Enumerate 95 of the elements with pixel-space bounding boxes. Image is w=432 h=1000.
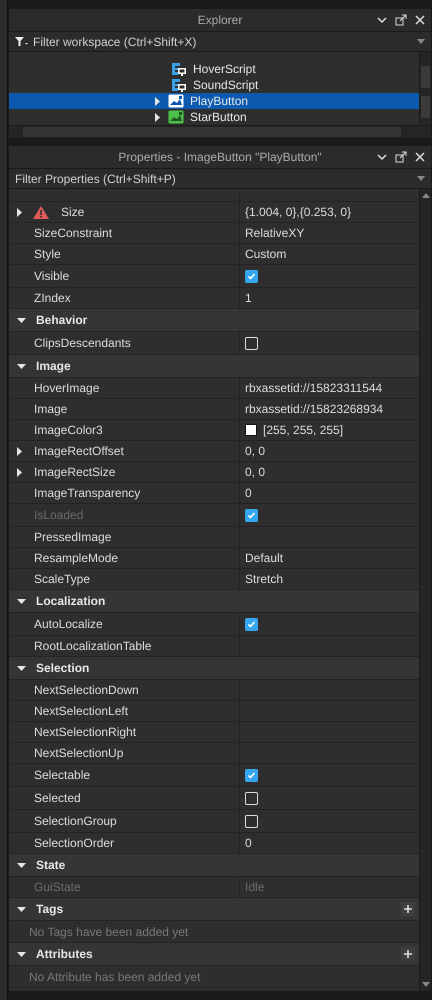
script-icon	[171, 78, 187, 92]
collapse-arrow-icon[interactable]	[17, 950, 26, 958]
property-value[interactable]: 0	[245, 486, 252, 500]
collapse-arrow-icon[interactable]	[17, 904, 26, 914]
property-name: SizeConstraint	[34, 226, 112, 240]
collapse-arrow-icon[interactable]	[17, 316, 26, 324]
property-name: ImageRectOffset	[34, 444, 124, 458]
property-name: ClipsDescendants	[34, 336, 131, 350]
collapse-arrow-icon[interactable]	[17, 860, 26, 870]
scrollbar[interactable]	[419, 52, 431, 125]
property-value[interactable]: Stretch	[245, 572, 284, 586]
section-header[interactable]: Localization	[36, 594, 106, 608]
property-name: NextSelectionLeft	[34, 704, 128, 718]
expand-arrow-icon[interactable]	[153, 112, 162, 122]
section-header[interactable]: Image	[36, 359, 71, 373]
expand-arrow-icon[interactable]	[15, 468, 24, 477]
property-name: SelectionGroup	[34, 814, 117, 828]
dropdown-arrow-icon[interactable]	[417, 176, 425, 181]
check-icon	[247, 620, 256, 628]
tree-item[interactable]: PlayButton	[9, 93, 419, 109]
property-name: Style	[34, 247, 61, 261]
image-icon	[168, 110, 184, 124]
property-name: Visible	[34, 269, 70, 283]
property-name: PressedImage	[34, 530, 112, 544]
property-name: ResampleMode	[34, 551, 118, 565]
expand-arrow-icon[interactable]	[153, 96, 162, 106]
property-name: SelectionOrder	[34, 836, 114, 850]
property-value[interactable]: RelativeXY	[245, 226, 304, 240]
filter-field[interactable]: Filter workspace (Ctrl+Shift+X)	[33, 34, 413, 48]
empty-message: No Attribute has been added yet	[9, 966, 419, 988]
property-name: GuiState	[34, 880, 81, 894]
property-name: Selectable	[34, 768, 90, 782]
collapse-arrow-icon[interactable]	[17, 362, 26, 370]
property-name: HoverImage	[34, 381, 100, 395]
section-header[interactable]: Attributes	[36, 947, 93, 961]
property-value[interactable]: 0, 0	[245, 465, 266, 479]
undock-icon[interactable]	[395, 14, 407, 26]
close-icon[interactable]	[415, 15, 425, 25]
property-name: Selected	[34, 791, 81, 805]
scrollbar[interactable]	[9, 125, 431, 138]
collapse-arrow-icon[interactable]	[17, 664, 26, 672]
property-name: RootLocalizationTable	[34, 639, 152, 653]
undock-icon[interactable]	[395, 151, 407, 163]
property-name: AutoLocalize	[34, 617, 103, 631]
add-button[interactable]	[401, 902, 415, 916]
checkbox[interactable]	[245, 768, 258, 782]
color-swatch[interactable]	[245, 424, 257, 436]
property-name: Size	[61, 205, 84, 219]
property-name: Image	[34, 402, 68, 416]
property-value[interactable]: 0, 0	[245, 444, 266, 458]
property-value[interactable]: rbxassetid://15823311544	[245, 381, 382, 395]
expand-arrow-icon[interactable]	[15, 447, 24, 456]
scroll-up-icon[interactable]	[422, 193, 430, 198]
property-name: ScaleType	[34, 572, 90, 586]
check-icon	[247, 770, 256, 780]
tree-item[interactable]: HoverScript	[9, 61, 419, 77]
filter-icon[interactable]	[15, 37, 29, 46]
scroll-down-icon[interactable]	[422, 982, 430, 987]
dropdown-arrow-icon[interactable]	[417, 39, 425, 44]
script-icon	[171, 62, 187, 76]
property-name: ImageRectSize	[34, 465, 116, 479]
property-name: NextSelectionDown	[34, 683, 139, 697]
property-name: ZIndex	[34, 291, 71, 305]
checkbox[interactable]	[245, 270, 258, 282]
close-icon[interactable]	[415, 152, 425, 162]
property-name: ImageColor3	[34, 423, 103, 437]
property-value[interactable]: [255, 255, 255]	[263, 423, 344, 437]
tree-item[interactable]: SoundScript	[9, 77, 419, 93]
property-name: ImageTransparency	[34, 486, 140, 500]
section-header[interactable]: Selection	[36, 661, 90, 675]
property-value[interactable]: rbxassetid://15823268934	[245, 402, 384, 416]
section-header[interactable]: Tags	[36, 902, 64, 916]
property-value[interactable]: Custom	[245, 247, 286, 261]
panel-title: Properties - ImageButton "PlayButton"	[117, 150, 323, 164]
collapse-arrow-icon[interactable]	[17, 596, 26, 606]
section-header[interactable]: Behavior	[36, 313, 88, 327]
chevron-down-icon[interactable]	[377, 16, 387, 24]
expand-arrow-icon[interactable]	[15, 208, 24, 217]
check-icon	[247, 272, 256, 280]
property-value[interactable]: 1	[245, 291, 252, 305]
chevron-down-icon[interactable]	[377, 154, 387, 160]
property-name: IsLoaded	[34, 508, 84, 522]
tree-item[interactable]: StarButton	[9, 109, 419, 125]
property-value[interactable]: 0	[245, 836, 252, 850]
panel-title: Explorer	[196, 13, 244, 27]
scrollbar[interactable]	[419, 189, 431, 991]
add-button[interactable]	[401, 947, 415, 961]
property-name: NextSelectionUp	[34, 746, 124, 760]
section-header[interactable]: State	[36, 858, 66, 872]
image-icon	[168, 94, 184, 108]
property-value[interactable]: Default	[245, 551, 284, 565]
property-name: NextSelectionRight	[34, 725, 136, 739]
filter-field[interactable]: Filter Properties (Ctrl+Shift+P)	[15, 172, 413, 186]
property-value[interactable]: {1.004, 0},{0.253, 0}	[245, 205, 352, 219]
checkbox[interactable]	[245, 618, 258, 630]
